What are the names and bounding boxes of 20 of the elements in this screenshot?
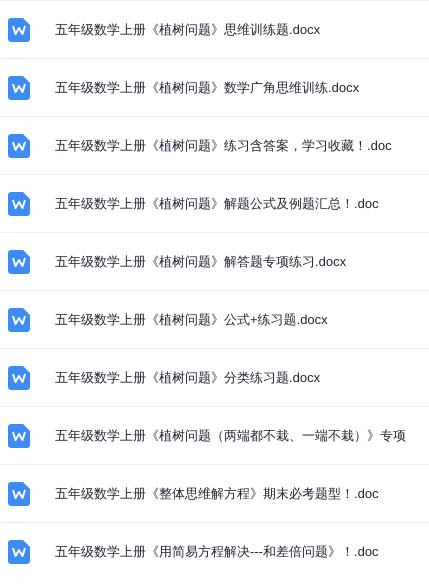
word-file-icon [8, 366, 30, 390]
file-name[interactable]: 五年级数学上册《植树问题》解答题专项练习.docx [55, 252, 346, 270]
file-name[interactable]: 五年级数学上册《植树问题》解题公式及例题汇总！.doc [55, 194, 379, 212]
file-name[interactable]: 五年级数学上册《整体思维解方程》期末必考题型！.doc [55, 484, 379, 502]
file-name[interactable]: 五年级数学上册《植树问题》分类练习题.docx [55, 368, 320, 386]
word-file-icon [8, 250, 30, 274]
file-name[interactable]: 五年级数学上册《植树问题》练习含答案，学习收藏！.doc [55, 136, 392, 154]
file-name[interactable]: 五年级数学上册《植树问题》思维训练题.docx [55, 20, 320, 38]
word-file-icon [8, 482, 30, 506]
file-name[interactable]: 五年级数学上册《植树问题》数学广角思维训练.docx [55, 78, 360, 96]
word-file-icon [8, 540, 30, 564]
word-file-icon [8, 424, 30, 448]
word-file-icon [8, 308, 30, 332]
word-file-icon [8, 134, 30, 158]
file-name[interactable]: 五年级数学上册《植树问题》公式+练习题.docx [55, 310, 328, 328]
file-name[interactable]: 五年级数学上册《用简易方程解决---和差倍问题》！.doc [55, 542, 379, 560]
word-file-icon [8, 76, 30, 100]
word-file-icon [8, 18, 30, 42]
file-name[interactable]: 五年级数学上册《植树问题（两端都不栽、一端不栽）》专项 [55, 426, 406, 444]
word-file-icon [8, 192, 30, 216]
